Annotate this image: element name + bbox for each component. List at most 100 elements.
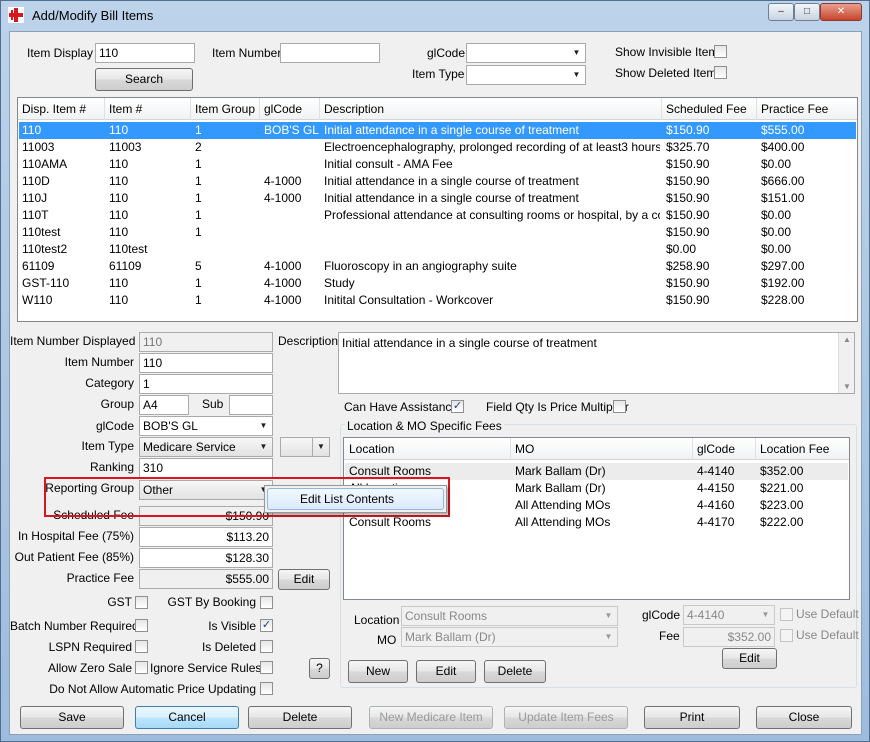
column-header[interactable]: Practice Fee (761, 102, 828, 116)
minimize-button[interactable]: – (768, 3, 794, 21)
close-window-button[interactable]: ✕ (820, 3, 862, 21)
batch-number-checkbox[interactable] (135, 619, 148, 632)
column-header[interactable]: glCode (697, 442, 735, 456)
allow-zero-sale-checkbox[interactable] (135, 661, 148, 674)
table-cell: Fluoroscopy in an angiography suite (324, 259, 517, 273)
gst-by-booking-label: GST By Booking (167, 595, 257, 609)
item-number-label: Item Number (64, 355, 134, 369)
loc-new-button[interactable]: New (348, 660, 408, 683)
lspn-checkbox[interactable] (135, 640, 148, 653)
table-row[interactable]: W110 110 1 4-1000 Initital Consultation - Wo… (19, 292, 856, 309)
table-cell: 4-4140 (697, 464, 735, 478)
table-cell: 4-1000 (264, 191, 302, 205)
column-header[interactable]: Scheduled Fee (666, 102, 747, 116)
table-row[interactable]: 110 110 1 BOB'S GL Initial attendance in a s… (19, 122, 856, 139)
gst-by-booking-checkbox[interactable] (260, 596, 273, 609)
practice-fee-label: Practice Fee (66, 571, 134, 585)
main-window: Add/Modify Bill Items – □ ✕ Item Display… (0, 0, 870, 742)
table-row[interactable]: 110test2 110test $0.00 $0.00 (19, 241, 856, 258)
item-type-combo[interactable]: Medicare Service ▼ (139, 437, 273, 457)
glcode-search-combo[interactable]: ▼ (466, 43, 586, 63)
in-hospital-fee-input[interactable]: $113.20 (139, 527, 273, 547)
category-label: Category (85, 376, 134, 390)
table-cell: $192.00 (761, 276, 805, 290)
table-row[interactable]: 11003 11003 2 Electroencephalography, prolo… (19, 139, 856, 156)
glcode-combo[interactable]: BOB'S GL ▼ (139, 416, 273, 436)
item-type-extra-combo[interactable]: ▼ (280, 437, 330, 457)
loc-edit-button[interactable]: Edit (416, 660, 476, 683)
use-default-glcode-checkbox[interactable] (780, 608, 793, 621)
location-fees-table[interactable]: Location MO glCode Location Fee Consult … (343, 437, 850, 600)
description-scrollbar[interactable]: ▲ ▼ (838, 333, 854, 393)
column-header[interactable]: Item # (109, 102, 142, 116)
show-invisible-checkbox[interactable] (714, 45, 727, 58)
table-cell: Initial attendance in a single course of… (324, 174, 579, 188)
can-have-assistance-checkbox[interactable]: ✓ (451, 400, 464, 413)
category-input[interactable]: 1 (139, 374, 273, 394)
column-header[interactable]: Item Group (195, 102, 255, 116)
no-auto-price-checkbox[interactable] (260, 682, 273, 695)
context-menu-item-edit-list[interactable]: Edit List Contents (267, 488, 444, 510)
bill-items-table[interactable]: Disp. Item # Item # Item Group glCode De… (17, 97, 858, 322)
show-deleted-checkbox[interactable] (714, 66, 727, 79)
delete-button[interactable]: Delete (248, 706, 352, 729)
table-cell: 4-1000 (264, 276, 302, 290)
loc-glcode-combo[interactable]: 4-4140 ▼ (683, 605, 775, 625)
table-cell: $150.90 (666, 174, 710, 188)
column-header[interactable]: MO (515, 442, 534, 456)
table-cell: Professional attendance at consulting ro… (324, 208, 660, 222)
table-cell: 11003 (22, 140, 55, 154)
use-default-fee-checkbox[interactable] (780, 629, 793, 642)
group-label: Group (100, 397, 134, 411)
table-row[interactable]: 110D 110 1 4-1000 Initial attendance in a si… (19, 173, 856, 190)
table-cell: 110 (109, 174, 129, 188)
location-combo[interactable]: Consult Rooms ▼ (401, 606, 618, 626)
title-bar[interactable]: Add/Modify Bill Items – □ ✕ (1, 1, 869, 31)
item-type-search-combo[interactable]: ▼ (466, 65, 586, 85)
batch-number-label: Batch Number Required (10, 619, 139, 633)
table-cell: W110 (22, 293, 53, 307)
table-row[interactable]: GST-110 110 1 4-1000 Study $150.90 $192.00 (19, 275, 856, 292)
mo-combo[interactable]: Mark Ballam (Dr) ▼ (401, 627, 618, 647)
table-row[interactable]: 110T 110 1 Professional attendance at consu… (19, 207, 856, 224)
table-cell: $150.90 (666, 208, 710, 222)
group-input[interactable]: A4 (139, 395, 189, 415)
search-button[interactable]: Search (95, 68, 193, 91)
out-patient-fee-input[interactable]: $128.30 (139, 548, 273, 568)
table-cell: $0.00 (761, 157, 792, 171)
table-cell: 110 (109, 157, 129, 171)
column-header[interactable]: glCode (264, 102, 302, 116)
new-medicare-item-button[interactable]: New Medicare Item (369, 706, 493, 729)
field-qty-checkbox[interactable] (613, 400, 626, 413)
cancel-button[interactable]: Cancel (135, 706, 239, 729)
table-row[interactable]: 110AMA 110 1 Initial consult - AMA Fee $150.… (19, 156, 856, 173)
column-header[interactable]: Disp. Item # (22, 102, 86, 116)
table-cell: 110test (109, 242, 148, 256)
description-textarea[interactable]: Initial attendance in a single course of… (338, 332, 855, 394)
ranking-input[interactable]: 310 (139, 458, 273, 478)
table-row[interactable]: 61109 61109 5 4-1000 Fluoroscopy in an angio… (19, 258, 856, 275)
practice-fee-edit-button[interactable]: Edit (278, 569, 330, 590)
column-header[interactable]: Location (349, 442, 394, 456)
loc-delete-button[interactable]: Delete (484, 660, 546, 683)
is-visible-checkbox[interactable]: ✓ (260, 619, 273, 632)
column-header[interactable]: Description (324, 102, 384, 116)
table-row[interactable]: 110J 110 1 4-1000 Initial attendance in a si… (19, 190, 856, 207)
item-display-input[interactable]: 110 (95, 43, 195, 63)
table-row[interactable]: 110test 110 1 $150.90 $0.00 (19, 224, 856, 241)
close-button[interactable]: Close (756, 706, 852, 729)
use-default-fee-label: Use Default (796, 628, 859, 642)
print-button[interactable]: Print (644, 706, 740, 729)
save-button[interactable]: Save (20, 706, 124, 729)
item-number-search-input[interactable] (280, 43, 380, 63)
column-header[interactable]: Location Fee (760, 442, 829, 456)
ignore-service-rules-checkbox[interactable] (260, 661, 273, 674)
item-number-input[interactable]: 110 (139, 353, 273, 373)
sub-input[interactable] (229, 395, 273, 415)
loc-edit-fee-button[interactable]: Edit (722, 648, 777, 669)
is-deleted-checkbox[interactable] (260, 640, 273, 653)
gst-checkbox[interactable] (135, 596, 148, 609)
help-button[interactable]: ? (309, 658, 330, 679)
maximize-button[interactable]: □ (794, 3, 820, 21)
update-item-fees-button[interactable]: Update Item Fees (504, 706, 628, 729)
